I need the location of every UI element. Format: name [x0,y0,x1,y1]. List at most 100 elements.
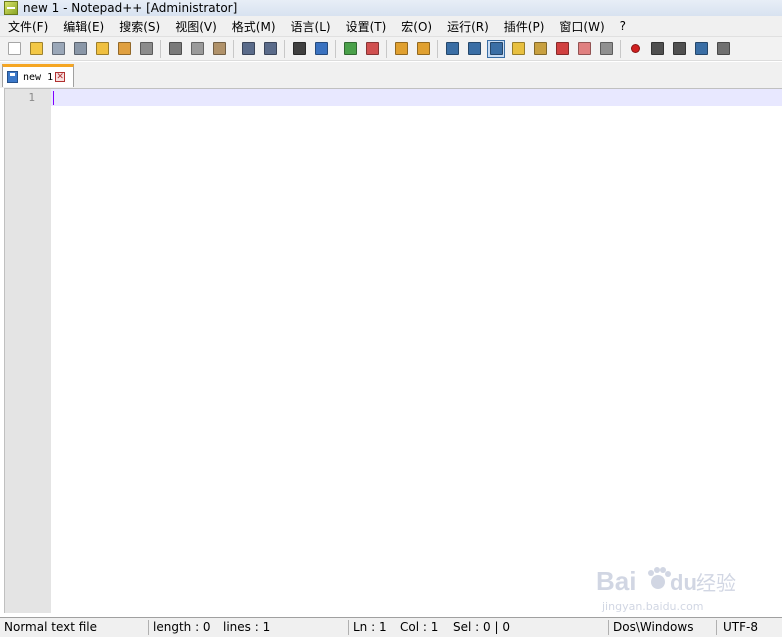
menu-edit[interactable]: 编辑(E) [55,18,111,35]
toolbar-separator [160,39,161,58]
menu-window[interactable]: 窗口(W) [551,18,611,35]
toolbar-separator [284,39,285,58]
toolbar-separator [620,39,621,58]
toolbar-separator [233,39,234,58]
zoom-out-button[interactable] [363,40,381,58]
document-map-button[interactable] [531,40,549,58]
save-icon [51,42,65,55]
notepad-app-icon [4,1,18,15]
editor-area[interactable]: 1 [4,88,782,613]
monitoring-button[interactable] [597,40,615,58]
function-list-button[interactable] [553,40,571,58]
status-column: Col : 1 [400,620,439,634]
save-button[interactable] [49,40,67,58]
baidu-jingyan-watermark: Bai du 经验 jingyan.baidu.com [596,566,736,613]
status-selection: Sel : 0 | 0 [453,620,510,634]
cut-button[interactable] [166,40,184,58]
show-all-chars-button[interactable] [465,40,483,58]
text-caret [53,91,54,105]
replace-button[interactable] [312,40,330,58]
line-number: 1 [28,91,35,104]
redo-icon [263,42,277,55]
save-macro-button[interactable] [714,40,732,58]
menu-plugins[interactable]: 插件(P) [496,18,552,35]
paste-button[interactable] [210,40,228,58]
word-wrap-button[interactable] [443,40,461,58]
toolbar [0,37,782,61]
find-button[interactable] [290,40,308,58]
status-divider [148,620,149,635]
close-all-button[interactable] [115,40,133,58]
menu-run[interactable]: 运行(R) [439,18,496,35]
menu-format[interactable]: 格式(M) [224,18,283,35]
close-file-icon [95,42,109,55]
stop-record-button[interactable] [648,40,666,58]
tab-bar: new 1 ✕ [0,62,782,88]
user-language-button[interactable] [509,40,527,58]
status-encoding: UTF-8 [723,620,758,634]
document-map-icon [533,42,547,55]
menu-language[interactable]: 语言(L) [283,18,338,35]
watermark-brand: Bai [596,566,636,596]
copy-icon [190,42,204,55]
cut-icon [168,42,182,55]
play-multiple-icon [694,42,708,55]
redo-button[interactable] [261,40,279,58]
status-divider [716,620,717,635]
function-list-icon [555,42,569,55]
toolbar-separator [335,39,336,58]
title-bar: new 1 - Notepad++ [Administrator] [0,0,782,16]
status-divider [608,620,609,635]
zoom-in-button[interactable] [341,40,359,58]
sync-vertical-button[interactable] [392,40,410,58]
copy-button[interactable] [188,40,206,58]
window-title: new 1 - Notepad++ [Administrator] [23,1,238,15]
play-macro-icon [672,42,686,55]
indent-guide-icon [489,42,503,55]
open-file-button[interactable] [27,40,45,58]
save-macro-icon [716,42,730,55]
menu-macro[interactable]: 宏(O) [393,18,439,35]
line-number-gutter: 1 [5,89,51,613]
print-icon [139,42,153,55]
save-all-button[interactable] [71,40,89,58]
menu-help[interactable]: ? [612,19,633,33]
close-all-icon [117,42,131,55]
stop-record-icon [650,42,664,55]
folder-workspace-icon [577,42,591,55]
undo-icon [241,42,255,55]
record-macro-button[interactable] [626,40,644,58]
undo-button[interactable] [239,40,257,58]
paw-icon [648,567,671,589]
user-language-icon [511,42,525,55]
saved-state-icon [7,71,18,83]
status-divider [348,620,349,635]
sync-vertical-icon [394,42,408,55]
close-file-button[interactable] [93,40,111,58]
toolbar-separator [386,39,387,58]
tab-label: new 1 [23,71,54,83]
menu-file[interactable]: 文件(F) [0,18,55,35]
sync-horizontal-button[interactable] [414,40,432,58]
menu-bar: 文件(F) 编辑(E) 搜索(S) 视图(V) 格式(M) 语言(L) 设置(T… [0,16,782,37]
tab-new-1[interactable]: new 1 ✕ [2,64,74,87]
status-eol: Dos\Windows [613,620,694,634]
play-multiple-button[interactable] [692,40,710,58]
new-file-button[interactable] [5,40,23,58]
watermark-url: jingyan.baidu.com [601,600,704,613]
paste-icon [212,42,226,55]
status-line: Ln : 1 [353,620,387,634]
zoom-out-icon [365,42,379,55]
indent-guide-button[interactable] [487,39,505,58]
play-macro-button[interactable] [670,40,688,58]
monitoring-icon [599,42,613,55]
print-button[interactable] [137,40,155,58]
menu-view[interactable]: 视图(V) [167,18,224,35]
folder-workspace-button[interactable] [575,40,593,58]
watermark-suffix: 经验 [696,571,736,595]
status-lines: lines : 1 [223,620,271,634]
zoom-in-icon [343,42,357,55]
menu-search[interactable]: 搜索(S) [111,18,167,35]
tab-close-icon[interactable]: ✕ [55,72,66,82]
menu-settings[interactable]: 设置(T) [338,18,394,35]
